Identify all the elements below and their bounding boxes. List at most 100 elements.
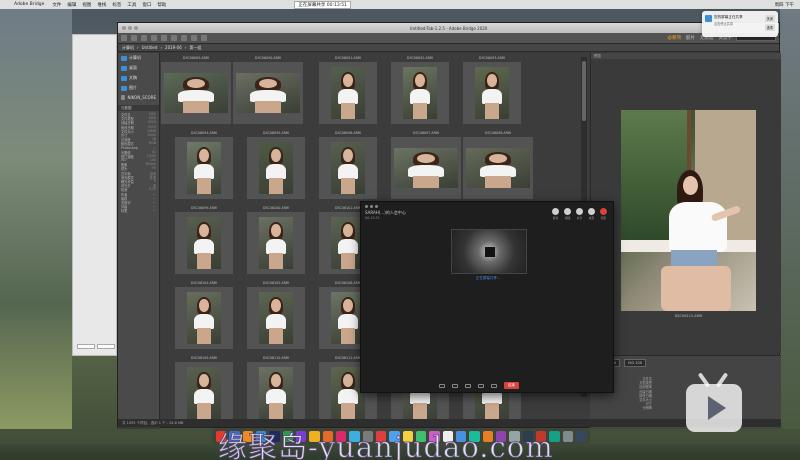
shared-screen-thumbnail[interactable]	[451, 229, 527, 274]
record-icon[interactable]	[465, 383, 471, 388]
preview-panel-title[interactable]: 预览	[591, 53, 781, 59]
rotate-left-icon[interactable]	[191, 35, 197, 41]
thumbnail[interactable]: DSC06109.ARW	[175, 356, 233, 420]
thumbnail[interactable]: DSC06100.ARW	[247, 206, 305, 281]
figure-legs	[413, 176, 439, 188]
thumbnail-filename: DSC06097.ARW	[412, 131, 440, 135]
thumbnail[interactable]: DSC06094.ARW	[175, 131, 233, 206]
folder-icon	[121, 85, 127, 91]
participants-icon[interactable]	[452, 383, 458, 388]
thumbnail[interactable]: DSC06092.ARW	[391, 56, 449, 131]
dock-app-icon[interactable]	[562, 430, 573, 442]
dialog-control[interactable]: 结束	[600, 208, 607, 220]
favorite-item[interactable]: 计算机	[118, 53, 159, 63]
thumbnail[interactable]: DSC06095.ARW	[247, 131, 305, 206]
secondary-cancel-button[interactable]	[77, 344, 95, 349]
figure-legs	[269, 403, 283, 419]
notification-banner[interactable]: 您的屏幕正在共享 点击停止共享 关闭 选项	[702, 11, 778, 37]
dialog-close-button[interactable]	[365, 205, 368, 208]
notification-options-button[interactable]: 选项	[764, 24, 775, 31]
thumbnail-frame	[247, 362, 305, 420]
zoom-button[interactable]	[134, 26, 138, 30]
dialog-control-label: 结束	[600, 216, 607, 220]
thumbnail-image	[187, 142, 221, 194]
menu-item-2[interactable]: 视图	[82, 2, 91, 8]
open-in-camera-raw-icon[interactable]	[181, 35, 187, 41]
thumbnail[interactable]: DSC06096.ARW	[319, 131, 377, 206]
preview-image[interactable]	[621, 110, 756, 311]
dialog-control[interactable]: 共享	[576, 208, 583, 220]
thumbnail-frame	[463, 137, 533, 199]
meeting-dialog[interactable]: SARAH(…)的人会中心 00:13:51 静音 视频 共享 成员 结束 正在屏幕共享…	[360, 201, 614, 393]
workspace-tab-1[interactable]: 胶片	[686, 35, 695, 41]
close-button[interactable]	[122, 26, 126, 30]
figure-legs	[341, 103, 355, 119]
secondary-window	[72, 34, 117, 356]
workspace-tab-0[interactable]: 必要项	[668, 35, 682, 41]
menu-item-3[interactable]: 堆栈	[97, 2, 106, 8]
back-icon[interactable]	[121, 35, 127, 41]
refine-icon[interactable]	[171, 35, 177, 41]
secondary-ok-button[interactable]	[97, 344, 115, 349]
path-segment[interactable]: 计算机	[122, 45, 134, 51]
dialog-control[interactable]: 静音	[552, 208, 559, 220]
dialog-control[interactable]: 成员	[588, 208, 595, 220]
thumbnail[interactable]: DSC06091.ARW	[319, 56, 377, 131]
more-icon[interactable]	[491, 383, 497, 388]
path-separator-icon: ›	[184, 45, 187, 50]
notification-close-button[interactable]: 关闭	[764, 15, 775, 22]
minimize-button[interactable]	[128, 26, 132, 30]
menu-item-0[interactable]: 文件	[52, 2, 61, 8]
dock-app-icon[interactable]	[575, 430, 587, 442]
chat-icon[interactable]	[439, 383, 445, 388]
thumbnail[interactable]: DSC06104.ARW	[175, 281, 233, 356]
thumbnail-frame	[319, 137, 377, 199]
favorite-label: 图片	[129, 85, 137, 90]
recent-icon[interactable]	[141, 35, 147, 41]
thumbnail[interactable]: DSC06110.ARW	[247, 356, 305, 420]
sharing-status-link[interactable]: 正在屏幕共享...	[361, 276, 615, 281]
desktop-background-left	[0, 9, 72, 429]
thumbnail[interactable]: DSC06099.ARW	[175, 206, 233, 281]
content-scrollbar-thumb[interactable]	[582, 61, 586, 121]
thumbnail-frame	[319, 62, 377, 124]
dialog-window-controls	[365, 205, 378, 208]
path-segment[interactable]: Untitled	[142, 45, 158, 50]
menu-item-7[interactable]: 帮助	[157, 2, 166, 8]
thumbnail[interactable]: DSC06093.ARW	[463, 56, 521, 131]
figure-shirt	[480, 164, 516, 177]
menubar-app-name[interactable]: Adobe Bridge	[14, 2, 44, 7]
forward-icon[interactable]	[131, 35, 137, 41]
menu-item-5[interactable]: 工具	[127, 2, 136, 8]
figure-legs	[183, 101, 209, 113]
thumbnail[interactable]: DSC06098.ARW	[463, 131, 533, 206]
menu-item-6[interactable]: 窗口	[142, 2, 151, 8]
dialog-zoom-button[interactable]	[375, 205, 378, 208]
menubar-clock[interactable]: 周四 下午	[775, 2, 794, 8]
path-segment[interactable]: 2019-06	[165, 45, 182, 50]
screen-share-indicator[interactable]: 正在屏幕共享 00:13:51	[294, 0, 351, 9]
thumbnail[interactable]: DSC06089.ARW	[161, 56, 231, 131]
camera-import-icon[interactable]	[161, 35, 167, 41]
favorite-item[interactable]: NIKON_SCORE	[118, 93, 159, 102]
preview-caption: DSC06110.ARW	[674, 314, 703, 318]
favorite-item[interactable]: 图片	[118, 83, 159, 93]
favorite-item[interactable]: 桌面	[118, 63, 159, 73]
thumbnail[interactable]: DSC06097.ARW	[391, 131, 461, 206]
thumbnail[interactable]: DSC06105.ARW	[247, 281, 305, 356]
iso-badge: ISO 100	[624, 359, 646, 367]
site-watermark: 缘聚岛-yuanjudao.com	[218, 430, 554, 460]
menu-item-4[interactable]: 标签	[112, 2, 121, 8]
share-screen-icon[interactable]	[478, 383, 484, 388]
thumbnail-filename: DSC06090.ARW	[254, 56, 282, 60]
menu-item-1[interactable]: 编辑	[67, 2, 76, 8]
path-segment[interactable]: 第一组	[189, 45, 201, 51]
favorite-item[interactable]: 文稿	[118, 73, 159, 83]
end-meeting-button[interactable]: 结束	[504, 382, 519, 389]
dialog-control[interactable]: 视频	[564, 208, 571, 220]
rotate-right-icon[interactable]	[201, 35, 207, 41]
boomerang-icon[interactable]	[151, 35, 157, 41]
thumbnail[interactable]: DSC06090.ARW	[233, 56, 303, 131]
drive-icon	[121, 95, 126, 100]
dialog-minimize-button[interactable]	[370, 205, 373, 208]
